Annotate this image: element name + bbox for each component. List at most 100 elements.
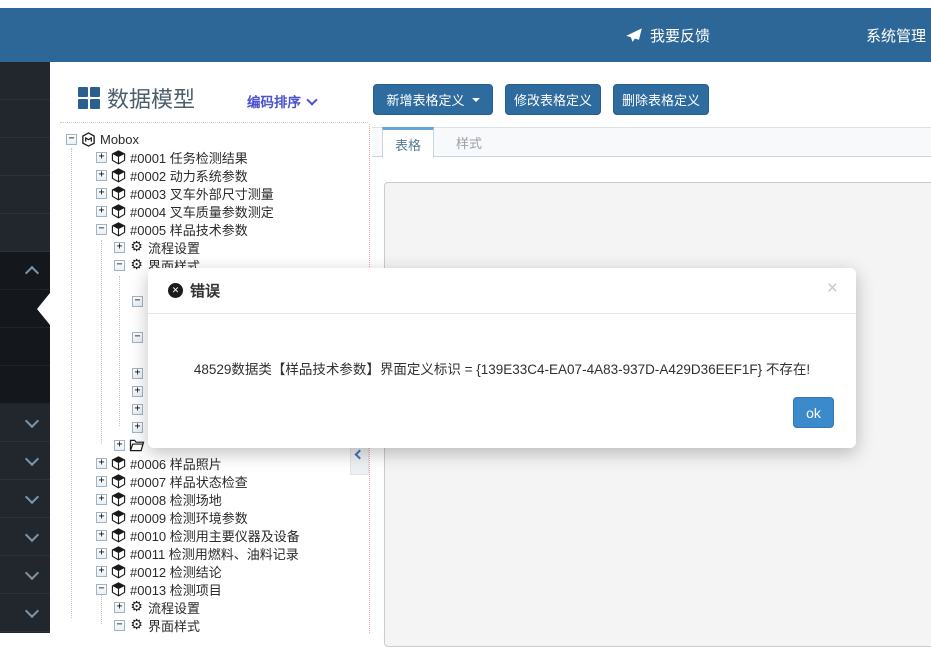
tree-item[interactable]: +#0011 检测用燃料、油料记录 bbox=[60, 544, 368, 562]
error-circle-x-icon: ✕ bbox=[168, 283, 183, 298]
expand-box-icon[interactable]: + bbox=[96, 548, 107, 559]
gear-icon: ⚙ bbox=[128, 617, 145, 633]
sidebar-item[interactable] bbox=[0, 442, 50, 480]
left-sidebar bbox=[0, 62, 50, 633]
collapse-box-icon[interactable]: − bbox=[114, 620, 125, 631]
tree-item-label: #0002 动力系统参数 bbox=[130, 166, 248, 185]
gear-icon: ⚙ bbox=[128, 239, 145, 255]
tree-collapse-handle[interactable] bbox=[350, 448, 369, 475]
mobox-icon bbox=[80, 132, 97, 147]
sidebar-item[interactable] bbox=[0, 100, 50, 138]
modify-table-definition-button[interactable]: 修改表格定义 bbox=[505, 84, 601, 115]
collapse-box-icon[interactable]: − bbox=[132, 296, 143, 307]
cube-icon bbox=[110, 492, 127, 507]
folder-icon bbox=[128, 438, 145, 452]
system-admin-link[interactable]: 系统管理 bbox=[866, 8, 926, 62]
expand-box-icon[interactable]: + bbox=[114, 242, 125, 253]
tree-item[interactable]: + #0008 检测场地 bbox=[60, 490, 368, 508]
tree-item[interactable]: + #0004 叉车质量参数测定 bbox=[60, 202, 368, 220]
sidebar-item[interactable] bbox=[0, 518, 50, 556]
collapse-box-icon[interactable]: − bbox=[66, 134, 77, 145]
tree-item[interactable]: −⚙界面样式 bbox=[60, 616, 368, 634]
cube-icon bbox=[110, 150, 127, 165]
sidebar-item[interactable] bbox=[0, 214, 50, 252]
chevron-down-icon bbox=[25, 489, 39, 503]
tree-item[interactable]: +⚙流程设置 bbox=[60, 598, 368, 616]
tree-item-label: #0008 检测场地 bbox=[130, 490, 222, 509]
expand-box-icon[interactable]: + bbox=[96, 152, 107, 163]
sidebar-item[interactable] bbox=[0, 480, 50, 518]
expand-box-icon[interactable]: + bbox=[96, 494, 107, 505]
error-dialog-title: 错误 bbox=[190, 280, 220, 301]
sidebar-item[interactable] bbox=[0, 404, 50, 442]
sidebar-item[interactable] bbox=[0, 252, 50, 290]
sidebar-item[interactable] bbox=[0, 328, 50, 366]
collapse-box-icon[interactable]: − bbox=[114, 260, 125, 271]
tree-item[interactable]: + #0006 样品照片 bbox=[60, 454, 368, 472]
tree-item-label: #0004 叉车质量参数测定 bbox=[130, 202, 274, 221]
tree-item[interactable]: +#0009 检测环境参数 bbox=[60, 508, 368, 526]
tree-item-label: #0003 叉车外部尺寸测量 bbox=[130, 184, 274, 203]
chevron-down-icon bbox=[25, 603, 39, 617]
sidebar-item[interactable] bbox=[0, 366, 50, 404]
ok-button[interactable]: ok bbox=[793, 397, 834, 428]
delete-table-definition-button[interactable]: 删除表格定义 bbox=[613, 84, 709, 115]
expand-box-icon[interactable]: + bbox=[96, 566, 107, 577]
cube-icon bbox=[110, 474, 127, 489]
expand-box-icon[interactable]: + bbox=[132, 422, 143, 433]
tree-item[interactable]: +⚙流程设置 bbox=[60, 238, 368, 256]
expand-box-icon[interactable]: + bbox=[96, 170, 107, 181]
add-table-definition-button[interactable]: 新增表格定义 bbox=[373, 84, 493, 115]
collapse-box-icon[interactable]: − bbox=[132, 332, 143, 343]
expand-box-icon[interactable]: + bbox=[96, 188, 107, 199]
tree-item-label: #0001 任务检测结果 bbox=[130, 148, 248, 167]
tree-item[interactable]: − #0005 样品技术参数 bbox=[60, 220, 368, 238]
sidebar-item[interactable] bbox=[0, 594, 50, 632]
tree-item-label: #0006 样品照片 bbox=[130, 454, 222, 473]
expand-box-icon[interactable]: + bbox=[114, 440, 125, 451]
gear-icon: ⚙ bbox=[128, 599, 145, 615]
tree-item[interactable]: +#0010 检测用主要仪器及设备 bbox=[60, 526, 368, 544]
tab-table[interactable]: 表格 bbox=[382, 127, 434, 158]
tree-item[interactable]: −#0013 检测项目 bbox=[60, 580, 368, 598]
close-icon[interactable]: × bbox=[827, 279, 838, 298]
tree-item[interactable]: +#0007 样品状态检查 bbox=[60, 472, 368, 490]
sidebar-item[interactable] bbox=[0, 176, 50, 214]
tree-item-label: #0005 样品技术参数 bbox=[130, 220, 248, 239]
chevron-down-icon bbox=[306, 94, 317, 105]
sidebar-item[interactable] bbox=[0, 138, 50, 176]
cube-icon bbox=[110, 510, 127, 525]
tree-item[interactable]: + #0003 叉车外部尺寸测量 bbox=[60, 184, 368, 202]
expand-box-icon[interactable]: + bbox=[96, 530, 107, 541]
chevron-down-icon bbox=[25, 527, 39, 541]
chevron-down-icon bbox=[25, 451, 39, 465]
cube-icon bbox=[110, 546, 127, 561]
tree-item[interactable]: + #0001 任务检测结果 bbox=[60, 148, 368, 166]
sidebar-item[interactable] bbox=[0, 556, 50, 594]
expand-box-icon[interactable]: + bbox=[132, 368, 143, 379]
collapse-box-icon[interactable]: − bbox=[96, 584, 107, 595]
collapse-box-icon[interactable]: − bbox=[96, 224, 107, 235]
header-divider bbox=[60, 122, 368, 123]
page-title: 数据模型 bbox=[107, 82, 195, 114]
tab-style[interactable]: 样式 bbox=[444, 127, 494, 158]
sidebar-item[interactable] bbox=[0, 290, 50, 328]
expand-box-icon[interactable]: + bbox=[114, 602, 125, 613]
paper-plane-icon bbox=[625, 27, 643, 44]
expand-box-icon[interactable]: + bbox=[132, 404, 143, 415]
expand-box-icon[interactable]: + bbox=[96, 476, 107, 487]
sidebar-item[interactable] bbox=[0, 62, 50, 100]
delete-table-definition-label: 删除表格定义 bbox=[622, 90, 700, 109]
tree-item[interactable]: +#0012 检测结论 bbox=[60, 562, 368, 580]
expand-box-icon[interactable]: + bbox=[96, 458, 107, 469]
expand-box-icon[interactable]: + bbox=[96, 512, 107, 523]
expand-box-icon[interactable]: + bbox=[96, 206, 107, 217]
tree-item[interactable]: + #0002 动力系统参数 bbox=[60, 166, 368, 184]
add-table-definition-label: 新增表格定义 bbox=[386, 90, 464, 109]
caret-down-icon bbox=[472, 98, 480, 102]
sort-order-dropdown[interactable]: 编码排序 bbox=[247, 91, 316, 111]
feedback-link[interactable]: 我要反馈 bbox=[625, 8, 710, 62]
expand-box-icon[interactable]: + bbox=[132, 386, 143, 397]
tab-strip: 表格 样式 bbox=[372, 127, 931, 157]
tree-item[interactable]: −Mobox bbox=[60, 130, 368, 148]
